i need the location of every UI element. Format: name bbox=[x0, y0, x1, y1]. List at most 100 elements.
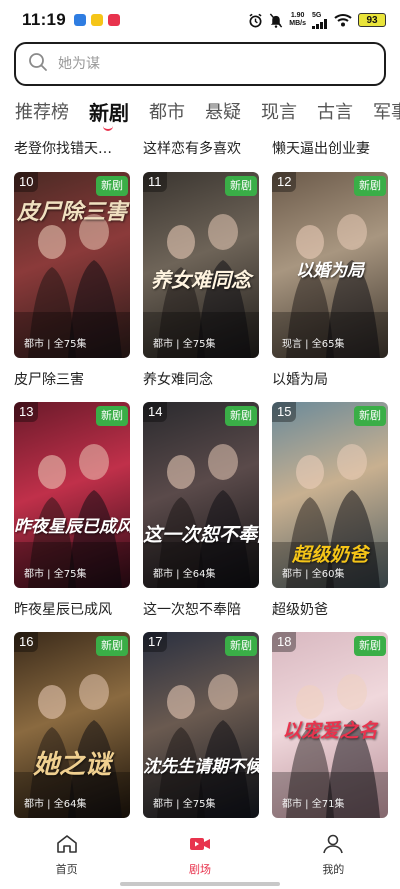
poster-title-art: 皮尸除三害 bbox=[16, 199, 127, 225]
drama-meta: 都市 | 全71集 bbox=[282, 799, 345, 810]
mute-icon bbox=[269, 12, 283, 28]
poster-title-art: 她之谜 bbox=[32, 750, 111, 780]
tab-urban[interactable]: 都市 bbox=[149, 96, 185, 134]
new-badge: 新剧 bbox=[354, 406, 386, 426]
drama-card[interactable]: 这一次恕不奉陪14新剧都市 | 全64集这一次恕不奉陪 bbox=[143, 402, 259, 619]
drama-card[interactable]: 以宠爱之名 18 新剧都市 | 全71集 bbox=[272, 632, 388, 818]
tab-recommend[interactable]: 推荐榜 bbox=[15, 96, 69, 134]
nav-home[interactable]: 首页 bbox=[0, 818, 133, 889]
category-tabs: 推荐榜 新剧 都市 悬疑 现言 古言 军事 bbox=[0, 96, 400, 134]
drama-meta: 都市 | 全75集 bbox=[24, 339, 87, 350]
bottom-nav: 首页 剧场 我的 bbox=[0, 818, 400, 889]
status-time: 11:19 bbox=[22, 10, 67, 29]
poster-title-art: 养女难同念 bbox=[151, 268, 251, 292]
wifi-icon bbox=[334, 13, 352, 27]
drama-poster[interactable]: 养女难同念 11 新剧都市 | 全75集 bbox=[143, 172, 259, 358]
rank-number: 15 bbox=[272, 402, 297, 422]
tab-suspense[interactable]: 悬疑 bbox=[205, 96, 241, 134]
alarm-icon bbox=[248, 13, 263, 28]
cellular-signal-icon: 5G bbox=[312, 12, 328, 29]
network-speed: 1.90 MB/s bbox=[289, 12, 306, 28]
poster-image bbox=[14, 632, 130, 818]
drama-title[interactable]: 老登你找错天… bbox=[14, 138, 131, 158]
new-badge: 新剧 bbox=[96, 176, 128, 196]
drama-card[interactable]: 皮尸除三害 10 新剧 都市 | 全75集 皮尸除三害 bbox=[14, 172, 130, 389]
nav-profile[interactable]: 我的 bbox=[267, 818, 400, 889]
drama-title[interactable]: 以婚为局 bbox=[272, 369, 388, 389]
nav-label: 首页 bbox=[55, 863, 78, 876]
new-badge: 新剧 bbox=[225, 636, 257, 656]
rank-number: 17 bbox=[143, 632, 168, 652]
drama-title[interactable]: 超级奶爸 bbox=[272, 599, 388, 619]
search-icon bbox=[28, 52, 48, 76]
drama-meta: 都市 | 全75集 bbox=[153, 339, 216, 350]
battery-indicator: 93 bbox=[358, 13, 386, 27]
drama-meta: 都市 | 全75集 bbox=[153, 799, 216, 810]
poster-title-art: 以婚为局 bbox=[296, 261, 364, 281]
status-bar: 11:19 1.90 MB/s 5G 93 bbox=[0, 0, 400, 40]
drama-card[interactable]: 沈先生请期不候 17 新剧都市 | 全75集 bbox=[143, 632, 259, 818]
drama-grid: 老登你找错天… 这样恋有多喜欢 懒天逼出创业妻 皮尸除三害 10 新剧 都市 | 全7… bbox=[0, 134, 400, 818]
drama-title[interactable]: 皮尸除三害 bbox=[14, 369, 130, 389]
new-badge: 新剧 bbox=[96, 406, 128, 426]
drama-title[interactable]: 懒天逼出创业妻 bbox=[272, 138, 389, 158]
poster-image bbox=[14, 402, 130, 588]
drama-poster[interactable]: 以婚为局 12 新剧现言 | 全65集 bbox=[272, 172, 388, 358]
rank-number: 14 bbox=[143, 402, 168, 422]
drama-card[interactable]: 昨夜星辰已成风 13 新剧 都市 | 全75集 昨夜星辰已成风 bbox=[14, 402, 130, 619]
drama-card[interactable]: 她之谜 16 新剧 都市 | 全64集 bbox=[14, 632, 130, 818]
poster-image bbox=[143, 402, 259, 588]
poster-title-art: 这一次恕不奉陪 bbox=[143, 524, 259, 546]
nav-theater[interactable]: 剧场 bbox=[133, 818, 266, 889]
drama-meta: 都市 | 全64集 bbox=[24, 799, 87, 810]
new-badge: 新剧 bbox=[354, 176, 386, 196]
drama-poster[interactable]: 昨夜星辰已成风 13 新剧都市 | 全75集 bbox=[14, 402, 130, 588]
search-bar[interactable] bbox=[14, 42, 386, 86]
search-input[interactable] bbox=[58, 56, 358, 72]
rank-number: 12 bbox=[272, 172, 297, 192]
rank-number: 13 bbox=[14, 402, 39, 422]
poster-title-art: 以宠爱之名 bbox=[282, 720, 378, 742]
drama-poster[interactable]: 皮尸除三害 10 新剧都市 | 全75集 bbox=[14, 172, 130, 358]
drama-meta: 都市 | 全64集 bbox=[153, 569, 216, 580]
drama-title[interactable]: 这样恋有多喜欢 bbox=[143, 138, 260, 158]
rank-number: 18 bbox=[272, 632, 297, 652]
drama-meta: 都市 | 全60集 bbox=[282, 569, 345, 580]
tab-modern-romance[interactable]: 现言 bbox=[261, 96, 297, 134]
poster-title-art: 昨夜星辰已成风 bbox=[14, 517, 130, 537]
drama-poster[interactable]: 这一次恕不奉陪 14 新剧都市 | 全64集 bbox=[143, 402, 259, 588]
new-badge: 新剧 bbox=[225, 176, 257, 196]
rank-number: 11 bbox=[143, 172, 167, 192]
drama-title[interactable]: 这一次恕不奉陪 bbox=[143, 599, 259, 619]
app-notification-icon bbox=[91, 14, 104, 26]
poster-image bbox=[143, 632, 259, 818]
nav-label: 我的 bbox=[322, 863, 345, 876]
app-notification-icon bbox=[108, 14, 121, 26]
tab-new[interactable]: 新剧 bbox=[89, 96, 129, 134]
drama-card[interactable]: 超级奶爸 15 新剧 都市 | 全60集 超级奶爸 bbox=[272, 402, 388, 619]
network-type-label: 5G bbox=[312, 11, 322, 19]
network-speed-value: 1.90 bbox=[290, 12, 305, 19]
rank-number: 10 bbox=[14, 172, 39, 192]
drama-poster[interactable]: 以宠爱之名 18 新剧都市 | 全71集 bbox=[272, 632, 388, 818]
tab-ancient-romance[interactable]: 古言 bbox=[317, 96, 353, 134]
tab-military[interactable]: 军事 bbox=[373, 96, 400, 134]
drama-meta: 现言 | 全65集 bbox=[282, 339, 345, 350]
drama-meta: 都市 | 全75集 bbox=[24, 569, 87, 580]
drama-poster[interactable]: 她之谜 16 新剧 都市 | 全64集 bbox=[14, 632, 130, 818]
new-badge: 新剧 bbox=[225, 406, 257, 426]
drama-card[interactable]: 养女难同念 11 新剧 都市 | 全75集 养女难同念 bbox=[143, 172, 259, 389]
poster-title-art: 超级奶爸 bbox=[291, 544, 368, 566]
nav-label: 剧场 bbox=[188, 863, 211, 876]
app-notification-icon bbox=[74, 14, 87, 26]
drama-title[interactable]: 养女难同念 bbox=[143, 369, 259, 389]
drama-title[interactable]: 昨夜星辰已成风 bbox=[14, 599, 130, 619]
network-speed-unit: MB/s bbox=[289, 20, 306, 27]
home-indicator bbox=[120, 882, 280, 886]
drama-poster[interactable]: 超级奶爸 15 新剧都市 | 全60集 bbox=[272, 402, 388, 588]
drama-card[interactable]: 以婚为局 12 新剧 现言 | 全65集 以婚为局 bbox=[272, 172, 388, 389]
new-badge: 新剧 bbox=[96, 636, 128, 656]
new-badge: 新剧 bbox=[354, 636, 386, 656]
poster-title-art: 沈先生请期不候 bbox=[143, 757, 259, 777]
drama-poster[interactable]: 沈先生请期不候 17 新剧都市 | 全75集 bbox=[143, 632, 259, 818]
